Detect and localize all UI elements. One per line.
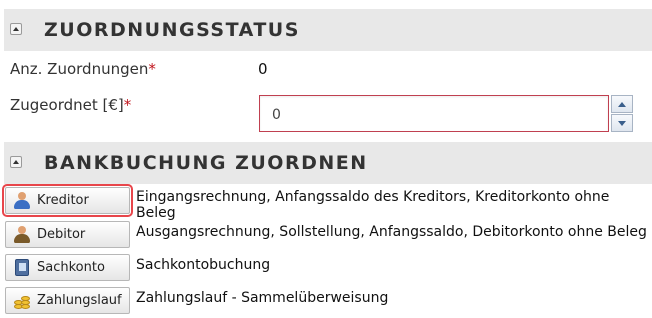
sachkonto-button[interactable]: Sachkonto xyxy=(5,254,130,281)
count-label-text: Anz. Zuordnungen xyxy=(10,60,149,78)
kreditor-description: Eingangsrechnung, Anfangssaldo des Kredi… xyxy=(136,189,610,221)
assign-section-header: BANKBUCHUNG ZUORDNEN xyxy=(4,142,652,184)
status-section-title: ZUORDNUNGSSTATUS xyxy=(44,19,300,41)
spin-up-icon[interactable] xyxy=(611,95,633,113)
assign-section-title: BANKBUCHUNG ZUORDNEN xyxy=(44,152,368,174)
zahlungslauf-description: Zahlungslauf - Sammelüberweisung xyxy=(136,290,389,306)
debitor-person-icon xyxy=(13,225,31,244)
sachkonto-button-label: Sachkonto xyxy=(37,260,105,275)
assigned-label-text: Zugeordnet [€] xyxy=(10,96,124,114)
assigned-label: Zugeordnet [€]* xyxy=(10,96,131,114)
count-label: Anz. Zuordnungen* xyxy=(10,60,156,78)
zahlungslauf-button[interactable]: Zahlungslauf xyxy=(5,287,130,314)
assigned-amount-spinner xyxy=(611,95,633,132)
sachkonto-description: Sachkontobuchung xyxy=(136,257,271,273)
debitor-button-label: Debitor xyxy=(37,227,86,242)
debitor-button[interactable]: Debitor xyxy=(5,221,130,248)
count-required-marker: * xyxy=(148,60,156,78)
coins-icon xyxy=(13,292,31,310)
assigned-amount-input[interactable]: 0 xyxy=(259,95,609,132)
kreditor-button[interactable]: Kreditor xyxy=(2,184,133,217)
ledger-book-icon xyxy=(13,258,31,277)
status-section-header: ZUORDNUNGSSTATUS xyxy=(4,9,652,51)
creditor-person-icon xyxy=(13,191,31,210)
debitor-description: Ausgangsrechnung, Sollstellung, Anfangss… xyxy=(136,224,647,240)
spin-down-icon[interactable] xyxy=(611,114,633,132)
assigned-required-marker: * xyxy=(123,96,132,114)
collapse-status-icon[interactable] xyxy=(10,23,22,35)
kreditor-button-label: Kreditor xyxy=(37,193,89,208)
count-value: 0 xyxy=(258,60,268,78)
zahlungslauf-button-label: Zahlungslauf xyxy=(37,293,122,308)
collapse-assign-icon[interactable] xyxy=(10,156,22,168)
